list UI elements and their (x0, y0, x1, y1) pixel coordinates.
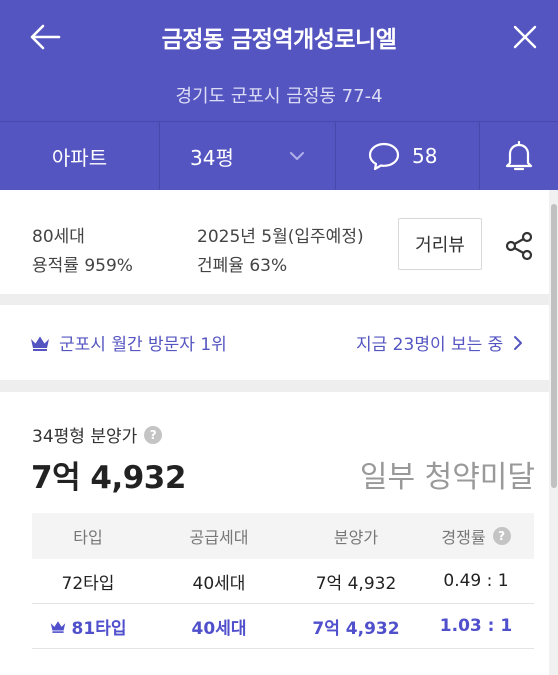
comments-button[interactable]: 58 (336, 122, 479, 190)
rank-text: 군포시 월간 방문자 1위 (59, 335, 227, 355)
price-label: 34평형 분양가 (32, 427, 138, 447)
size-select[interactable]: 34평 (160, 122, 335, 190)
header-type: 타입 (73, 528, 103, 547)
section-divider (0, 380, 549, 392)
tab-bar: 아파트 34평 58 (0, 121, 558, 190)
row-price: 7억 4,932 (315, 573, 397, 594)
presale-price-section: 34평형 분양가 ? 7억 4,932 일부 청약미달 타입 공급세대 분양가 … (0, 392, 549, 675)
header-units: 공급세대 (189, 528, 249, 547)
speech-bubble-icon (368, 142, 400, 171)
row-type: 81타입 (71, 618, 127, 639)
table-row[interactable]: 72타입 40세대 7억 4,932 0.49 : 1 (32, 559, 534, 604)
header-ratio-group: 경쟁률 ? (418, 513, 534, 559)
road-view-button[interactable]: 거리뷰 (398, 218, 482, 270)
back-arrow-icon[interactable] (28, 22, 62, 52)
row-units: 40세대 (192, 573, 246, 594)
subscription-status: 일부 청약미달 (359, 460, 535, 495)
complex-info: 80세대 용적률 959% 2025년 5월(입주예정) 건폐율 63% 거리뷰 (0, 190, 549, 294)
comment-count: 58 (412, 144, 438, 168)
rank-text-group: 군포시 월간 방문자 1위 (30, 330, 227, 355)
floor-area-ratio-text: 용적률 959% (32, 256, 133, 276)
price-label-group: 34평형 분양가 ? (32, 422, 163, 447)
scrollbar-thumb[interactable] (551, 204, 557, 488)
notification-button[interactable] (480, 122, 558, 190)
header-price: 분양가 (333, 528, 379, 547)
viewers-link[interactable]: 지금 23명이 보는 중 (356, 330, 524, 355)
property-type-label: 아파트 (51, 145, 108, 170)
viewers-text: 지금 23명이 보는 중 (356, 335, 504, 355)
row-type-group: 81타입 (32, 604, 144, 648)
size-select-label: 34평 (190, 145, 234, 170)
crown-icon (31, 336, 49, 351)
price-value: 7억 4,932 (31, 460, 186, 496)
crown-icon (50, 620, 65, 633)
row-units: 40세대 (191, 618, 247, 639)
row-ratio: 1.03 : 1 (439, 616, 513, 636)
chevron-right-icon (514, 335, 523, 350)
chevron-down-icon (290, 152, 304, 160)
row-ratio: 0.49 : 1 (443, 571, 509, 591)
row-price: 7억 4,932 (312, 618, 400, 639)
move-in-date-text: 2025년 5월(입주예정) (197, 227, 364, 247)
table-header-row: 타입 공급세대 분양가 경쟁률 ? (32, 513, 534, 559)
help-icon[interactable]: ? (144, 425, 163, 444)
type-table: 타입 공급세대 분양가 경쟁률 ? 72타입 40세대 7억 4,932 0.4… (32, 513, 534, 649)
page-title: 금정동 금정역개성로니엘 (161, 27, 397, 53)
address-text: 경기도 군포시 금정동 77-4 (175, 86, 383, 107)
visitor-rank-banner: 군포시 월간 방문자 1위 지금 23명이 보는 중 (0, 305, 549, 380)
close-icon[interactable] (510, 22, 540, 52)
app-header: 금정동 금정역개성로니엘 경기도 군포시 금정동 77-4 (0, 0, 558, 121)
table-row[interactable]: 81타입 40세대 7억 4,932 1.03 : 1 (32, 604, 534, 649)
households-text: 80세대 (32, 227, 85, 247)
coverage-ratio-text: 건폐율 63% (197, 256, 288, 276)
header-ratio: 경쟁률 (441, 528, 486, 547)
help-icon[interactable]: ? (492, 527, 511, 545)
row-type: 72타입 (61, 573, 115, 594)
share-icon[interactable] (503, 230, 535, 262)
section-divider (0, 294, 549, 305)
bell-icon (505, 140, 533, 171)
tab-property-type[interactable]: 아파트 (0, 122, 159, 190)
